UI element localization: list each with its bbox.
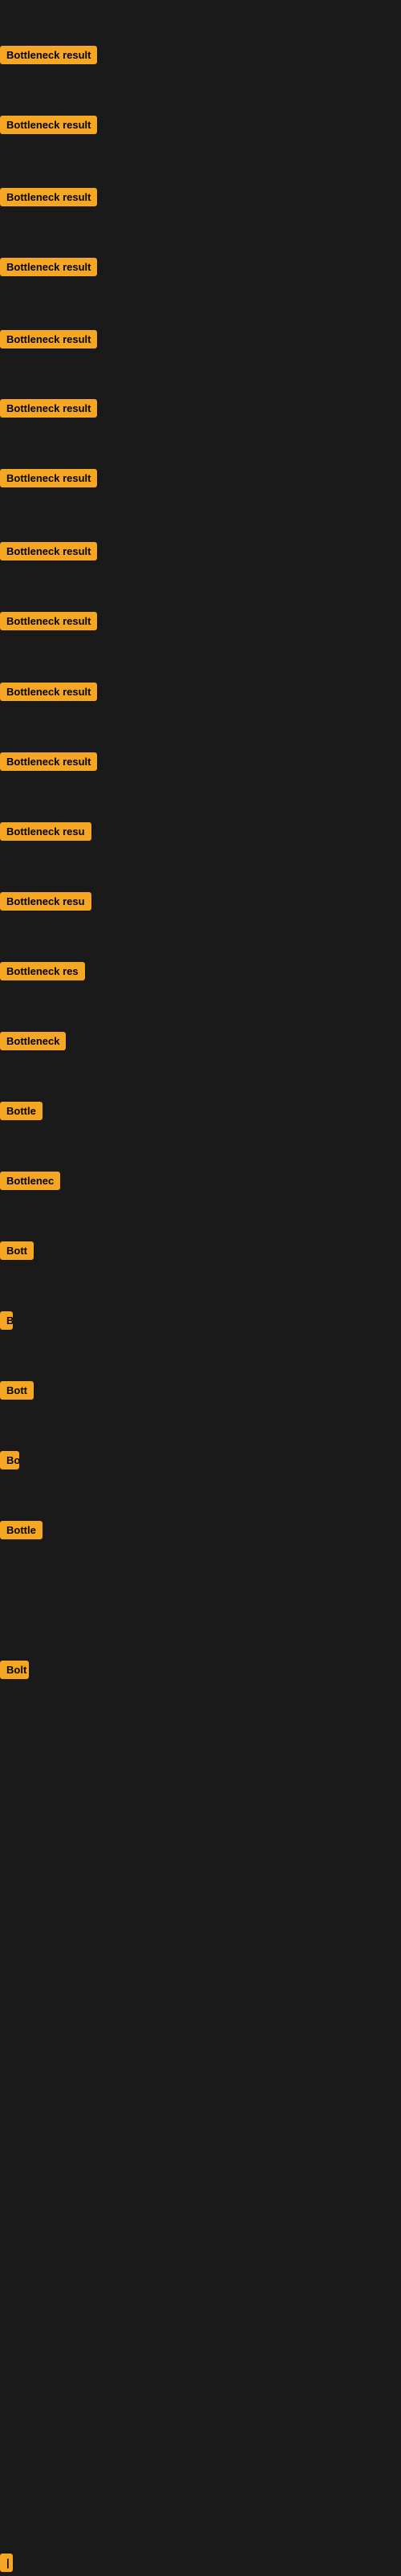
bottleneck-badge-row: Bottle (0, 1521, 43, 1543)
bottleneck-badge-row: Bottle (0, 1102, 43, 1124)
bottleneck-badge: Bottleneck result (0, 399, 97, 418)
bottleneck-badge-row: Bottleneck result (0, 542, 97, 565)
bottleneck-badge-row: Bottleneck result (0, 188, 97, 210)
bottleneck-badge-row: Bottleneck resu (0, 822, 91, 845)
bottleneck-badge: Bottle (0, 1102, 43, 1120)
bottleneck-badge-row: Bolt (0, 1661, 29, 1683)
bottleneck-badge: Bott (0, 1241, 34, 1260)
bottleneck-badge-row: Bottleneck result (0, 469, 97, 491)
bottleneck-badge: Bottlenec (0, 1172, 60, 1190)
bottleneck-badge-row: Bottleneck (0, 1032, 66, 1054)
bottleneck-badge: Bottleneck result (0, 330, 97, 348)
bottleneck-badge-row: Bottleneck result (0, 330, 97, 353)
bottleneck-badge: Bottleneck result (0, 188, 97, 206)
bottleneck-badge: Bottleneck result (0, 46, 97, 64)
bottleneck-badge-row: B (0, 1311, 13, 1334)
bottleneck-badge-row: Bottleneck result (0, 612, 97, 634)
bottleneck-badge-row: Bottleneck result (0, 752, 97, 775)
bottleneck-badge-row: Bottleneck result (0, 258, 97, 280)
bottleneck-badge-row: | (0, 2554, 13, 2576)
bottleneck-badge: Bottleneck result (0, 752, 97, 771)
bottleneck-badge-row: Bottleneck res (0, 962, 85, 984)
bottleneck-badge: Bottle (0, 1521, 43, 1539)
bottleneck-badge-row: Bottleneck result (0, 46, 97, 68)
bottleneck-badge-row: Bo (0, 1451, 19, 1473)
bottleneck-badge-row: Bott (0, 1241, 34, 1264)
bottleneck-badge-row: Bottleneck result (0, 683, 97, 705)
bottleneck-badge-row: Bottleneck result (0, 399, 97, 422)
bottleneck-badge: Bottleneck result (0, 612, 97, 630)
bottleneck-badge: Bottleneck (0, 1032, 66, 1050)
bottleneck-badge-row: Bott (0, 1381, 34, 1404)
bottleneck-badge: Bottleneck res (0, 962, 85, 980)
bottleneck-badge-row: Bottleneck result (0, 116, 97, 138)
site-title (0, 0, 401, 8)
bottleneck-badge: Bottleneck result (0, 542, 97, 560)
bottleneck-badge: Bottleneck result (0, 116, 97, 134)
bottleneck-badge: Bolt (0, 1661, 29, 1679)
bottleneck-badge: Bott (0, 1381, 34, 1400)
bottleneck-badge-row: Bottleneck resu (0, 892, 91, 915)
bottleneck-badge: B (0, 1311, 13, 1330)
bottleneck-badge: Bottleneck result (0, 258, 97, 276)
bottleneck-badge: Bottleneck resu (0, 822, 91, 841)
bottleneck-badge: Bottleneck resu (0, 892, 91, 911)
bottleneck-badge: Bo (0, 1451, 19, 1469)
bottleneck-badge: Bottleneck result (0, 683, 97, 701)
bottleneck-badge: Bottleneck result (0, 469, 97, 487)
bottleneck-badge-row: Bottlenec (0, 1172, 60, 1194)
